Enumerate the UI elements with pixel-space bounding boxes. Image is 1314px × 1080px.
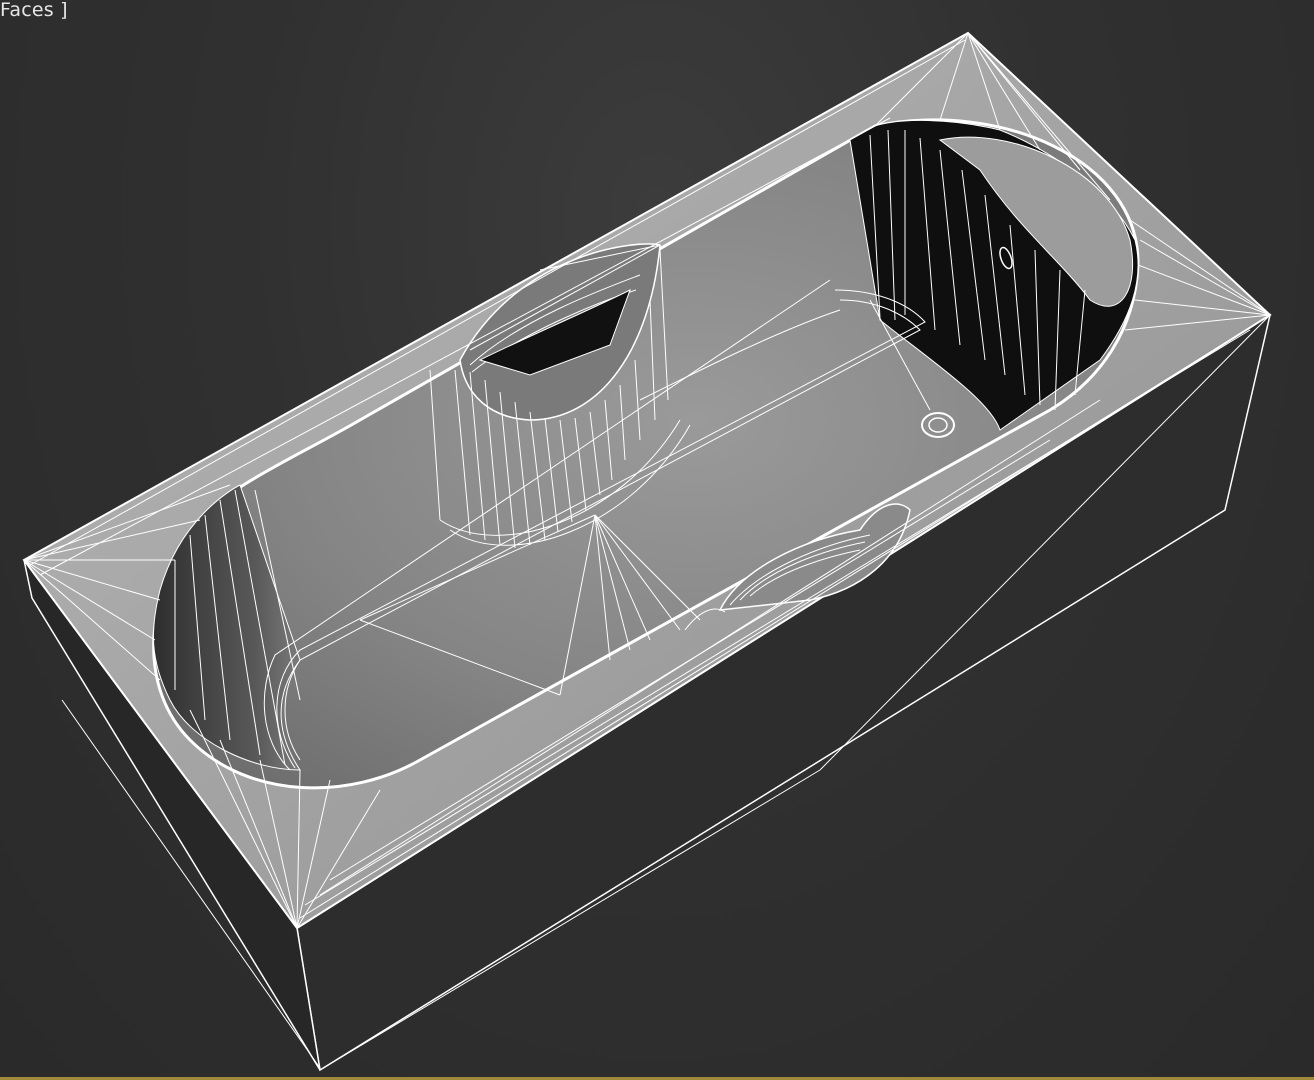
drain-icon[interactable] [921, 412, 955, 438]
bathtub-model[interactable] [0, 0, 1314, 1080]
viewport-perspective[interactable]: Faces ] [0, 0, 1314, 1080]
